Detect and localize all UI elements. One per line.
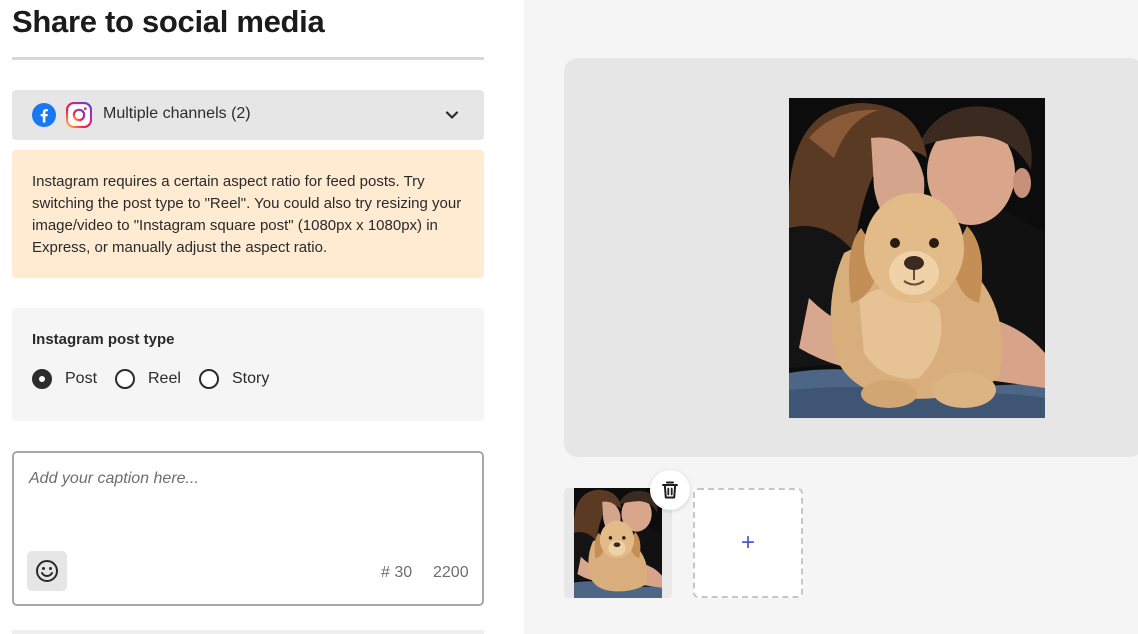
channels-label: Multiple channels (2)	[103, 105, 251, 122]
character-limit: 2200	[433, 564, 469, 581]
channels-dropdown[interactable]: Multiple channels (2)	[12, 90, 484, 140]
title-divider	[12, 57, 484, 60]
hashtag-counter: # 30	[381, 564, 413, 581]
radio-reel[interactable]: Reel	[115, 368, 181, 390]
aspect-ratio-warning: Instagram requires a certain aspect rati…	[12, 150, 484, 278]
post-type-label: Instagram post type	[32, 331, 175, 348]
radio-post[interactable]: Post	[32, 368, 97, 390]
warning-text: Instagram requires a certain aspect rati…	[32, 173, 462, 256]
radio-story[interactable]: Story	[199, 368, 269, 390]
next-section-edge	[12, 630, 484, 634]
radio-post-circle[interactable]	[32, 369, 52, 389]
share-settings-panel: Share to social media Multiple channels …	[0, 0, 524, 634]
preview-photo	[789, 98, 1045, 418]
caption-placeholder: Add your caption here...	[29, 470, 199, 487]
radio-story-circle[interactable]	[199, 369, 219, 389]
media-preview	[564, 58, 1138, 457]
media-thumbnail[interactable]	[564, 470, 690, 598]
chevron-down-icon	[445, 111, 459, 119]
preview-panel: +	[524, 0, 1138, 634]
delete-media-button[interactable]	[650, 470, 690, 510]
radio-reel-circle[interactable]	[115, 369, 135, 389]
facebook-icon	[32, 103, 56, 127]
instagram-icon	[66, 102, 92, 128]
radio-post-label: Post	[65, 370, 98, 387]
caption-textarea[interactable]: Add your caption here... # 30 2200	[12, 451, 484, 606]
page-title: Share to social media	[12, 4, 325, 39]
share-dialog: Share to social media Multiple channels …	[0, 0, 1138, 634]
post-type-section: Instagram post type Post Reel Story	[12, 308, 484, 421]
radio-reel-label: Reel	[148, 370, 181, 387]
plus-icon: +	[740, 529, 755, 556]
trash-icon	[662, 481, 678, 499]
emoji-button[interactable]	[27, 551, 67, 591]
thumbnail-photo	[574, 488, 662, 598]
radio-story-label: Story	[232, 370, 270, 387]
add-media-button[interactable]: +	[693, 488, 803, 598]
smiley-icon	[36, 560, 58, 582]
